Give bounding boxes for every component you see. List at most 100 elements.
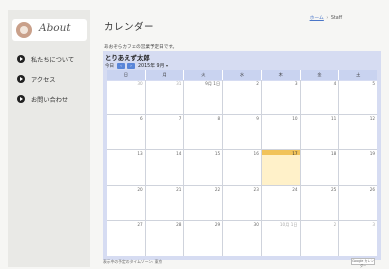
weekday-label: 火 bbox=[184, 70, 224, 80]
day-number: 5 bbox=[372, 81, 376, 86]
page-title: カレンダー bbox=[104, 22, 155, 33]
day-number: 15 bbox=[214, 151, 221, 157]
calendar-week: 13 14 15 16 17 18 19 bbox=[107, 150, 377, 186]
weekday-label: 土 bbox=[356, 72, 361, 77]
calendar-day[interactable]: 24 bbox=[262, 185, 301, 220]
day-number: 16 bbox=[253, 151, 259, 157]
day-number: 24 bbox=[292, 186, 298, 192]
calendar-day[interactable]: 23 bbox=[223, 185, 262, 220]
breadcrumb-home-link[interactable]: ホーム bbox=[310, 16, 324, 21]
day-number: 29 bbox=[214, 221, 221, 227]
calendar-grid: 30 31 9月 1日 2 3 4 5 6 7 8 9 10 11 12 13 … bbox=[107, 80, 377, 256]
day-number: 4 bbox=[333, 81, 337, 86]
breadcrumb-separator: › bbox=[326, 16, 329, 21]
today-button[interactable]: 今日 bbox=[105, 63, 114, 69]
calendar-day[interactable]: 22 bbox=[184, 185, 224, 220]
calendar-day[interactable]: 8 bbox=[184, 115, 224, 150]
calendar-day[interactable]: 16 bbox=[223, 150, 262, 185]
current-month-label: 2015年 9月 bbox=[138, 64, 165, 69]
calendar-day[interactable]: 28 bbox=[146, 220, 185, 256]
calendar-day[interactable]: 31 bbox=[146, 80, 185, 115]
weekday-header: 日 月 火 水 木 金 土 bbox=[107, 70, 377, 80]
day-number: 27 bbox=[137, 221, 143, 227]
calendar-day[interactable]: 7 bbox=[146, 115, 185, 150]
day-number: 21 bbox=[176, 186, 182, 192]
sidebar-item-contact[interactable]: お問い合わせ bbox=[8, 90, 90, 109]
breadcrumb-current: Staff bbox=[330, 16, 342, 21]
calendar-day[interactable]: 10月 1日 bbox=[262, 220, 301, 256]
day-number: 10月 1日 bbox=[279, 221, 298, 227]
circle-arrow-icon bbox=[17, 75, 25, 83]
day-number: 8 bbox=[217, 116, 221, 122]
prev-month-button[interactable]: ‹ bbox=[117, 62, 125, 69]
calendar-day[interactable]: 3 bbox=[262, 80, 301, 115]
about-title: About bbox=[39, 22, 71, 34]
calendar-day[interactable]: 9 bbox=[223, 115, 262, 150]
about-logo-icon bbox=[16, 22, 32, 38]
calendar-day[interactable]: 26 bbox=[339, 186, 377, 220]
calendar-day[interactable]: 30 bbox=[223, 220, 262, 256]
calendar-day[interactable]: 15 bbox=[184, 150, 224, 185]
calendar-week: 6 7 8 9 10 11 12 bbox=[107, 115, 377, 151]
calendar-day[interactable]: 2 bbox=[223, 80, 262, 115]
calendar-day[interactable]: 13 bbox=[107, 150, 146, 185]
calendar-day[interactable]: 12 bbox=[339, 115, 377, 149]
day-number: 3 bbox=[294, 81, 298, 86]
calendar-day[interactable]: 29 bbox=[184, 220, 224, 256]
calendar-embed: とりあえず太郎 今日 ‹ › 2015年 9月 日 月 火 水 木 金 土 30… bbox=[103, 51, 381, 260]
sidebar-item-label: 私たちについて bbox=[31, 57, 75, 64]
month-dropdown-icon[interactable] bbox=[166, 64, 169, 67]
calendar-day-today[interactable]: 17 bbox=[261, 150, 301, 185]
sidebar-nav: 私たちについて アクセス お問い合わせ bbox=[8, 50, 90, 110]
day-number: 3 bbox=[372, 221, 376, 227]
day-number: 30 bbox=[137, 81, 143, 86]
day-number: 26 bbox=[369, 186, 376, 192]
day-number: 28 bbox=[176, 221, 182, 227]
calendar-day[interactable]: 9月 1日 bbox=[184, 80, 224, 115]
day-number: 2 bbox=[256, 81, 259, 86]
calendar-day[interactable]: 19 bbox=[339, 150, 377, 184]
about-box: About bbox=[12, 19, 87, 41]
weekday-label: 水 bbox=[223, 70, 262, 80]
next-month-button[interactable]: › bbox=[127, 62, 135, 69]
day-number: 25 bbox=[330, 186, 337, 192]
calendar-day[interactable]: 27 bbox=[107, 220, 146, 256]
weekday-label: 月 bbox=[146, 70, 185, 80]
calendar-day[interactable]: 10 bbox=[262, 115, 301, 150]
day-number: 19 bbox=[369, 151, 376, 157]
circle-arrow-icon bbox=[17, 55, 25, 63]
day-number: 22 bbox=[214, 186, 221, 192]
calendar-day[interactable]: 14 bbox=[146, 150, 185, 185]
calendar-toolbar: 今日 ‹ › 2015年 9月 bbox=[105, 62, 169, 69]
day-number: 23 bbox=[253, 186, 259, 192]
calendar-day[interactable]: 11 bbox=[301, 115, 340, 150]
sidebar-item-access[interactable]: アクセス bbox=[8, 70, 90, 89]
sidebar-item-about-us[interactable]: 私たちについて bbox=[8, 50, 90, 69]
weekday-label: 木 bbox=[262, 70, 301, 80]
day-number: 18 bbox=[330, 151, 337, 157]
calendar-day[interactable]: 21 bbox=[146, 185, 185, 220]
calendar-title: とりあえず太郎 bbox=[105, 54, 150, 62]
day-number: 10 bbox=[292, 116, 298, 122]
weekday-label: 日 bbox=[107, 70, 146, 80]
calendar-day[interactable]: 4 bbox=[301, 80, 340, 115]
day-number: 9 bbox=[256, 116, 259, 122]
day-number: 9月 1日 bbox=[205, 81, 221, 86]
calendar-day[interactable]: 25 bbox=[301, 185, 340, 220]
day-number: 20 bbox=[137, 186, 143, 192]
calendar-day[interactable]: 20 bbox=[107, 185, 146, 220]
calendar-day[interactable]: 2 bbox=[301, 220, 340, 256]
google-calendar-badge[interactable]: Google カレンダー bbox=[351, 258, 375, 268]
breadcrumb: ホーム › Staff bbox=[310, 14, 342, 21]
sidebar-item-label: アクセス bbox=[31, 77, 56, 84]
calendar-day[interactable]: 30 bbox=[107, 80, 146, 115]
weekday-label: 金 bbox=[301, 70, 340, 80]
calendar-day[interactable]: 6 bbox=[107, 115, 146, 150]
calendar-day[interactable]: 18 bbox=[301, 150, 340, 185]
calendar-day[interactable]: 5 bbox=[339, 80, 377, 114]
calendar-day[interactable]: 3 bbox=[339, 221, 377, 256]
day-number: 17 bbox=[292, 151, 298, 157]
sidebar-item-label: お問い合わせ bbox=[31, 97, 69, 104]
day-number: 7 bbox=[178, 116, 182, 122]
sidebar: About 私たちについて アクセス お問い合わせ bbox=[8, 10, 90, 267]
